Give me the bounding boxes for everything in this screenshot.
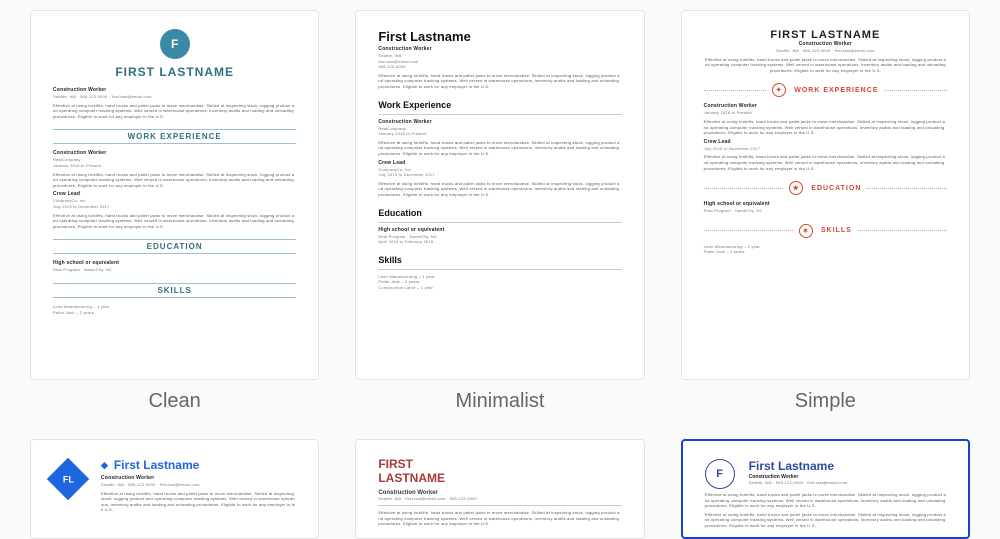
template-label: Minimalist	[456, 390, 545, 413]
job-dates: July 2015 to December 2017	[53, 204, 296, 210]
section-heading-edu: ★EDUCATION	[704, 181, 947, 195]
subtitle: Construction Worker	[53, 87, 296, 94]
job-desc: Effective at using forklifts, hand truck…	[53, 172, 296, 189]
job-dates: July 2015 to November 2017	[704, 146, 947, 152]
template-card-simple[interactable]: FIRST LASTNAME Construction Worker Seatt…	[681, 10, 970, 380]
section-heading-edu: EDUCATION	[53, 239, 296, 254]
divider	[378, 222, 621, 223]
edu-program: Real Program · NameCity, NC	[704, 208, 947, 214]
job-title: Crew Lead	[704, 139, 947, 146]
contact-line: Seattle, WA · 555-123-0000 · first.last@…	[101, 482, 296, 488]
summary-text: Effective at using forklifts, hand truck…	[378, 510, 621, 527]
resume-name: FIRST LASTNAME	[53, 65, 296, 79]
resume-name: FIRSTLASTNAME	[378, 458, 621, 486]
section-heading-work: WORK EXPERIENCE	[53, 129, 296, 144]
subtitle: Construction Worker	[101, 475, 296, 482]
divider	[378, 505, 621, 506]
summary-text: Effective at using forklifts, hand truck…	[378, 73, 621, 90]
resume-name: First Lastname	[749, 459, 946, 473]
job-dates: January 2018 to Present	[704, 110, 947, 116]
template-card-modern[interactable]: FIRSTLASTNAME Construction Worker Seattl…	[355, 439, 644, 539]
avatar-diamond: FL	[47, 458, 89, 500]
divider	[378, 114, 621, 115]
section-heading-edu: Education	[378, 208, 621, 218]
job-title: Crew Lead	[378, 160, 621, 167]
job-desc: Effective at using forklifts, hand truck…	[378, 140, 621, 157]
summary-text: Effective at using forklifts, hand truck…	[705, 512, 946, 529]
section-heading-work: ✦WORK EXPERIENCE	[704, 83, 947, 97]
template-cell-minimalist: First Lastname Construction Worker Seatt…	[355, 10, 644, 413]
subtitle: Construction Worker	[378, 46, 621, 53]
template-label: Clean	[149, 390, 201, 413]
template-card-clean[interactable]: F FIRST LASTNAME Construction Worker Sea…	[30, 10, 319, 380]
template-cell-clean: F FIRST LASTNAME Construction Worker Sea…	[30, 10, 319, 413]
job-title: Construction Worker	[53, 150, 296, 157]
resume-name: First Lastname	[101, 458, 296, 472]
contact-line: Seattle, WA · 555-123-0000 · first.last@…	[704, 48, 947, 54]
edu-school: High school or equivalent	[704, 201, 947, 208]
template-card-minimalist[interactable]: First Lastname Construction Worker Seatt…	[355, 10, 644, 380]
job-desc: Effective at using forklifts, hand truck…	[53, 213, 296, 230]
job-title: Construction Worker	[378, 119, 621, 126]
summary-text: Effective at using forklifts, hand truck…	[53, 103, 296, 120]
section-heading-work: Work Experience	[378, 100, 621, 110]
contact-line: Seattle, WA · 555-123-0000 · first.last@…	[749, 480, 946, 486]
contact-line: Seattle, WA · 555-123-0000 · first.last@…	[53, 94, 296, 100]
template-grid: F FIRST LASTNAME Construction Worker Sea…	[0, 0, 1000, 539]
template-cell-professional: F First Lastname Construction Worker Sea…	[681, 439, 970, 539]
edu-school: High school or equivalent	[53, 260, 296, 267]
edu-program: Real Program · NameCity, NC	[53, 267, 296, 273]
template-cell-elegant: FL First Lastname Construction Worker Se…	[30, 439, 319, 539]
summary-text: Effective at using forklifts, hand truck…	[705, 492, 946, 509]
divider	[378, 269, 621, 270]
graduation-icon: ★	[789, 181, 803, 195]
template-card-professional[interactable]: F First Lastname Construction Worker Sea…	[681, 439, 970, 539]
resume-name: First Lastname	[378, 29, 621, 44]
skill-item: Pallet Jack – 2 years	[704, 249, 947, 255]
job-dates: January 2018 to Present	[378, 131, 621, 137]
edu-dates: April 2016 to February 2018	[378, 239, 621, 245]
contact-line: Seattle, WA · first.last@email.com · 555…	[378, 496, 621, 502]
template-cell-modern: FIRSTLASTNAME Construction Worker Seattl…	[355, 439, 644, 539]
job-title: Crew Lead	[53, 191, 296, 198]
avatar-badge: F	[160, 29, 190, 59]
skill-item: Construction Labor – 1 year	[378, 285, 621, 291]
subtitle: Construction Worker	[704, 41, 947, 48]
job-desc: Effective at using forklifts, hand truck…	[704, 119, 947, 136]
summary-text: Effective at using forklifts, hand truck…	[704, 57, 947, 74]
edu-school: High school or equivalent	[378, 227, 621, 234]
template-cell-simple: FIRST LASTNAME Construction Worker Seatt…	[681, 10, 970, 413]
skill-item: Pallet Jack – 2 years	[53, 310, 296, 316]
template-label: Simple	[795, 390, 856, 413]
job-dates: January 2018 to Present	[53, 163, 296, 169]
summary-text: Effective at using forklifts, hand truck…	[101, 491, 296, 513]
section-heading-skills: SKILLS	[53, 283, 296, 298]
section-heading-skills: ✶SKILLS	[704, 224, 947, 238]
avatar-circle: F	[705, 459, 735, 489]
job-title: Construction Worker	[704, 103, 947, 110]
resume-name: FIRST LASTNAME	[704, 29, 947, 41]
template-card-elegant[interactable]: FL First Lastname Construction Worker Se…	[30, 439, 319, 539]
job-desc: Effective at using forklifts, hand truck…	[704, 154, 947, 171]
briefcase-icon: ✦	[772, 83, 786, 97]
job-dates: July 2015 to December 2017	[378, 172, 621, 178]
job-desc: Effective at using forklifts, hand truck…	[378, 181, 621, 198]
contact-line: 555-123-0000	[378, 64, 621, 70]
star-icon: ✶	[799, 224, 813, 238]
section-heading-skills: Skills	[378, 255, 621, 265]
